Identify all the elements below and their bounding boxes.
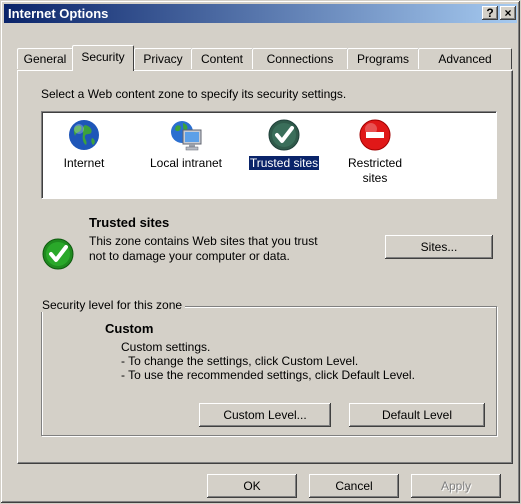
- default-level-button[interactable]: Default Level: [349, 403, 485, 427]
- close-button[interactable]: ×: [500, 6, 516, 20]
- zone-label: Local intranet: [149, 156, 223, 170]
- globe-icon: [67, 118, 101, 152]
- zone-local-intranet[interactable]: Local intranet: [136, 118, 236, 171]
- zone-title: Trusted sites: [89, 215, 170, 230]
- zone-trusted-sites[interactable]: Trusted sites: [242, 118, 326, 171]
- restricted-sites-icon: [358, 118, 392, 152]
- security-level-label: Security level for this zone: [39, 298, 186, 312]
- zone-list: Internet Local intranet Trusted sites Re…: [41, 111, 497, 199]
- zone-label: Trusted sites: [247, 155, 321, 171]
- window-title: Internet Options: [8, 6, 109, 21]
- tab-advanced[interactable]: Advanced: [418, 48, 512, 69]
- description-line: Custom settings.: [121, 340, 211, 354]
- security-level-description: Custom settings. - To change the setting…: [121, 340, 415, 382]
- description-line: - To use the recommended settings, click…: [121, 368, 415, 382]
- tab-security[interactable]: Security: [72, 45, 134, 71]
- custom-level-button[interactable]: Custom Level...: [199, 403, 331, 427]
- local-intranet-icon: [169, 118, 203, 152]
- tab-privacy[interactable]: Privacy: [134, 48, 192, 69]
- tab-programs[interactable]: Programs: [347, 48, 419, 69]
- internet-options-window: Internet Options ? × General Security Pr…: [0, 0, 521, 504]
- trusted-sites-icon: [267, 118, 301, 152]
- tab-connections[interactable]: Connections: [252, 48, 348, 69]
- zone-label: Restricted sites: [347, 156, 403, 185]
- tab-content[interactable]: Content: [191, 48, 253, 69]
- check-icon: [41, 237, 75, 271]
- tab-general[interactable]: General: [17, 48, 73, 69]
- apply-button[interactable]: Apply: [411, 474, 501, 498]
- zone-label: Internet: [63, 156, 105, 170]
- zone-restricted-sites[interactable]: Restricted sites: [338, 118, 412, 186]
- security-level-name: Custom: [105, 321, 154, 336]
- title-bar[interactable]: Internet Options ? ×: [4, 4, 517, 23]
- ok-button[interactable]: OK: [207, 474, 297, 498]
- zone-internet[interactable]: Internet: [48, 118, 120, 171]
- cancel-button[interactable]: Cancel: [309, 474, 399, 498]
- description-line: - To change the settings, click Custom L…: [121, 354, 359, 368]
- help-button[interactable]: ?: [482, 6, 498, 20]
- zone-description: This zone contains Web sites that you tr…: [89, 234, 318, 263]
- sites-button[interactable]: Sites...: [385, 235, 493, 259]
- zone-instruction: Select a Web content zone to specify its…: [41, 87, 347, 101]
